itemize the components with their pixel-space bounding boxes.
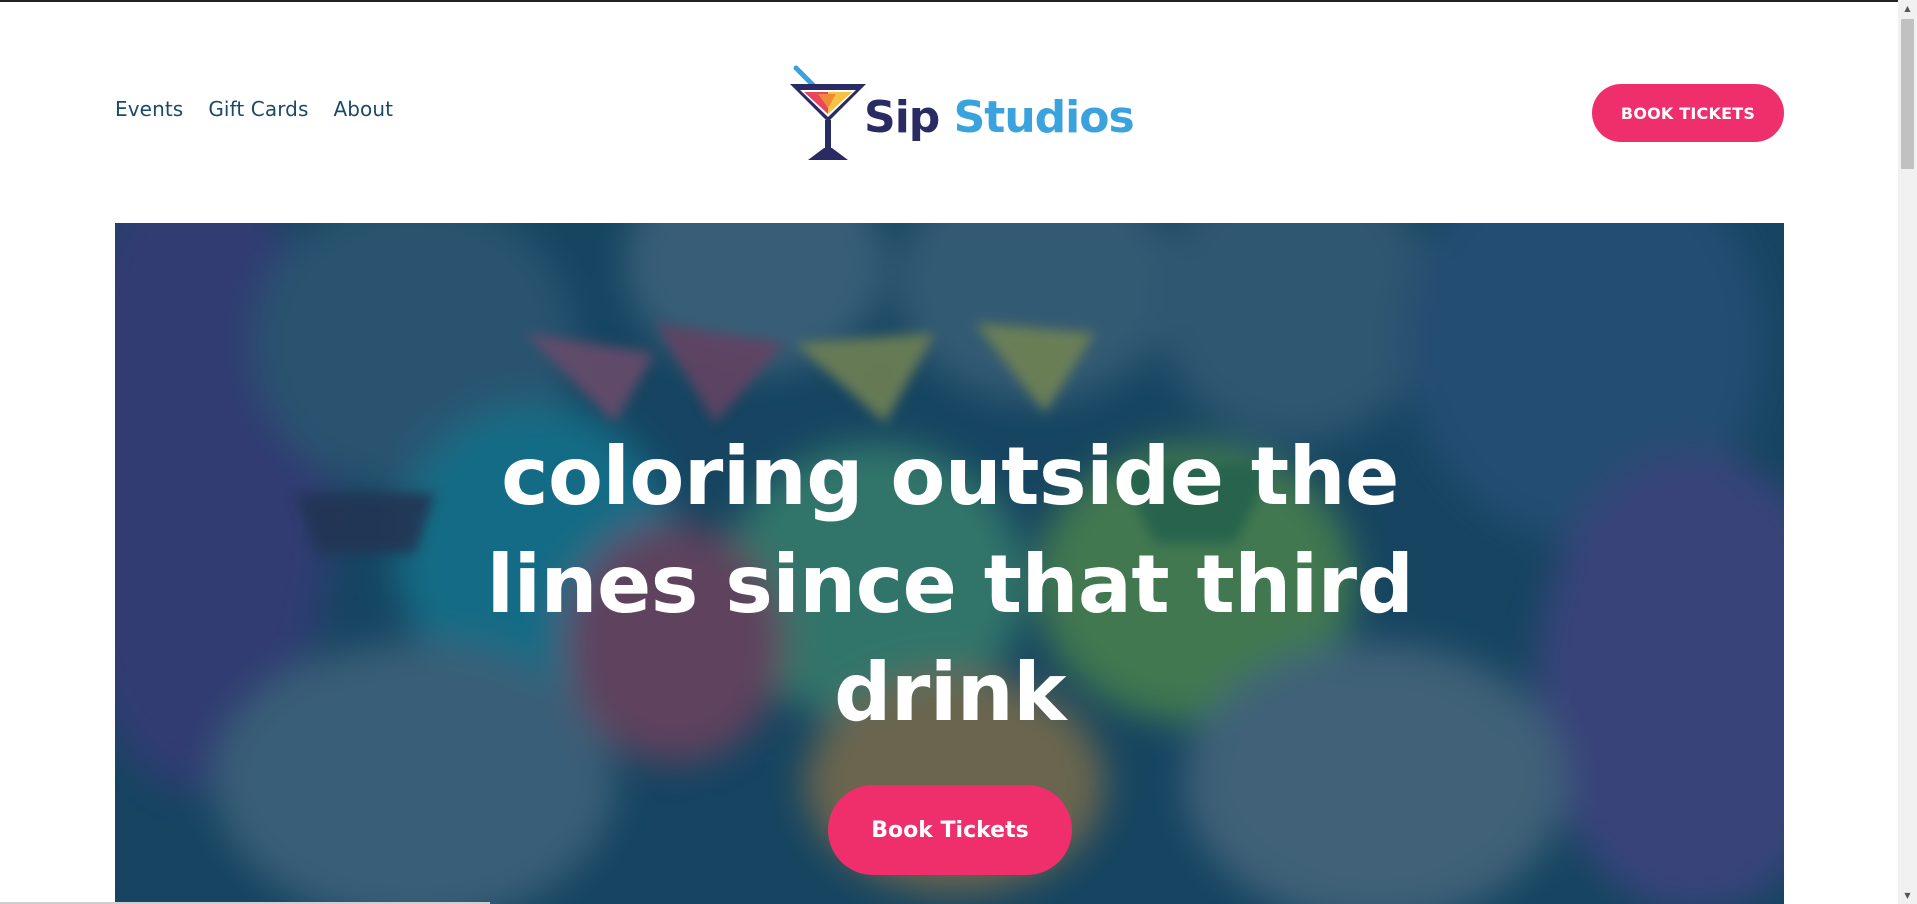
- nav-link-about[interactable]: About: [333, 97, 393, 121]
- book-tickets-hero-button[interactable]: Book Tickets: [828, 785, 1072, 875]
- nav-link-gift-cards[interactable]: Gift Cards: [208, 97, 308, 121]
- page: Events Gift Cards About Sip Studios BOOK…: [0, 0, 1917, 904]
- scroll-up-icon[interactable]: ▲: [1898, 0, 1917, 17]
- top-border: [0, 0, 1917, 2]
- hero-headline: coloring outside the lines since that th…: [486, 430, 1414, 739]
- scroll-down-icon[interactable]: ▼: [1898, 887, 1917, 904]
- logo-wordmark: Sip Studios: [864, 92, 1135, 143]
- hero-banner: coloring outside the lines since that th…: [115, 223, 1784, 904]
- scrollbar-thumb[interactable]: [1901, 19, 1914, 169]
- logo-word-studios: Studios: [953, 92, 1135, 143]
- book-tickets-header-button[interactable]: BOOK TICKETS: [1592, 84, 1784, 142]
- nav-link-events[interactable]: Events: [115, 97, 183, 121]
- martini-glass-icon: [790, 65, 866, 160]
- main-nav: Events Gift Cards About: [115, 97, 393, 121]
- page-scrollbar[interactable]: ▲ ▼: [1898, 0, 1917, 904]
- logo-word-sip: Sip: [864, 92, 940, 143]
- site-logo[interactable]: Sip Studios: [788, 64, 1135, 162]
